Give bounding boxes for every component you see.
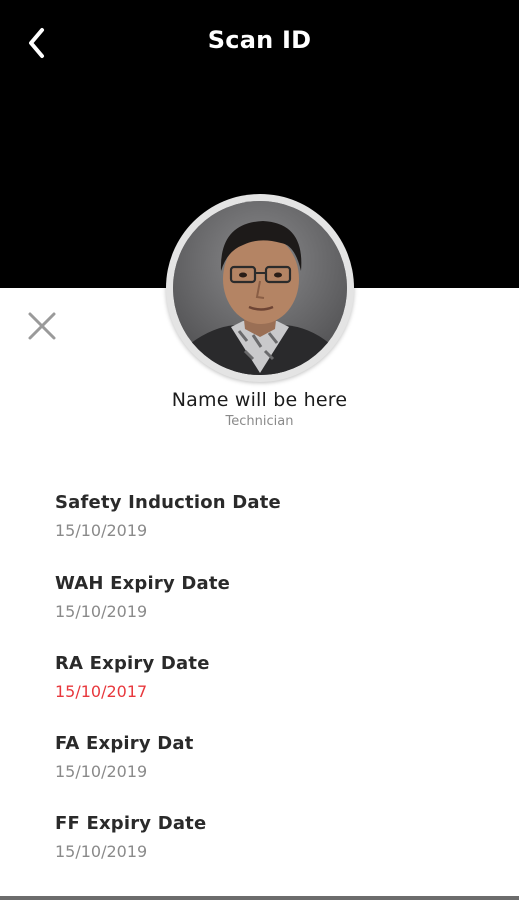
avatar-frame	[166, 194, 354, 382]
detail-label: WAH Expiry Date	[55, 573, 231, 594]
detail-label: RA Expiry Date	[55, 653, 210, 674]
profile-name: Name will be here	[171, 389, 348, 411]
detail-value: 15/10/2019	[55, 762, 148, 781]
detail-wah-expiry: WAH Expiry Date 15/10/2019	[55, 572, 475, 623]
detail-ff-expiry: FF Expiry Date 15/10/2019	[55, 812, 475, 863]
detail-safety-induction: Safety Induction Date 15/10/2019	[55, 491, 475, 542]
detail-value: 15/10/2019	[55, 842, 148, 861]
detail-ra-expiry: RA Expiry Date 15/10/2017	[55, 652, 475, 703]
page-title: Scan ID	[207, 26, 312, 54]
profile-role: Technician	[225, 414, 294, 429]
detail-label: FF Expiry Date	[55, 813, 207, 834]
close-icon	[28, 312, 56, 340]
detail-label: FA Expiry Dat	[55, 733, 194, 754]
detail-label: Safety Induction Date	[55, 492, 281, 513]
bottom-divider	[0, 896, 519, 900]
avatar	[173, 201, 347, 375]
detail-fa-expiry: FA Expiry Dat 15/10/2019	[55, 732, 475, 783]
detail-value-expired: 15/10/2017	[55, 682, 148, 701]
detail-value: 15/10/2019	[55, 521, 148, 540]
close-button[interactable]	[26, 310, 58, 342]
detail-value: 15/10/2019	[55, 602, 148, 621]
